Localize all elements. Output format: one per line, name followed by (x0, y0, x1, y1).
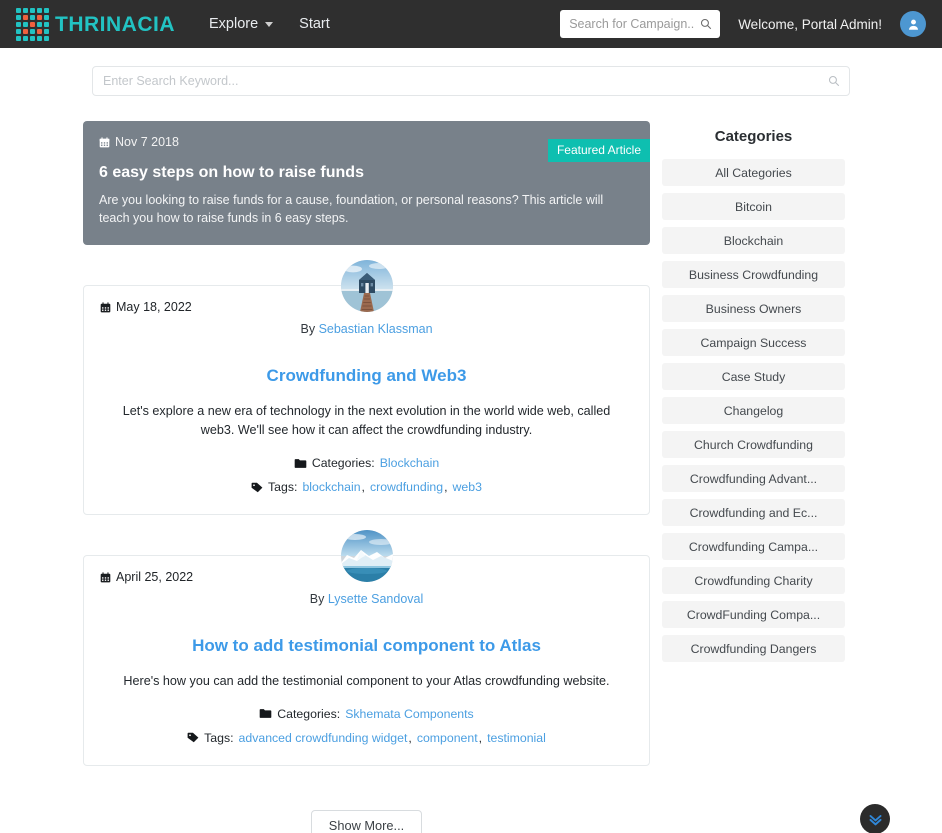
categories-sidebar: Categories All Categories Bitcoin Blockc… (662, 121, 845, 669)
tag-separator: , (361, 480, 365, 495)
featured-title[interactable]: 6 easy steps on how to raise funds (99, 164, 634, 182)
tag-link[interactable]: advanced crowdfunding widget (239, 731, 408, 745)
keyword-search-box[interactable] (92, 66, 850, 96)
calendar-icon (99, 136, 110, 147)
featured-description: Are you looking to raise funds for a cau… (99, 193, 604, 226)
tag-link[interactable]: testimonial (487, 731, 546, 745)
articles-column: Nov 7 2018 Featured Article 6 easy steps… (83, 121, 650, 833)
sidebar-item-business-owners[interactable]: Business Owners (662, 295, 845, 322)
user-avatar-button[interactable] (900, 11, 926, 37)
brand-logo[interactable]: THRINACIA (16, 7, 175, 41)
sidebar-item-campaign-success[interactable]: Campaign Success (662, 329, 845, 356)
sidebar-item-case-study[interactable]: Case Study (662, 363, 845, 390)
content-layout: Nov 7 2018 Featured Article 6 easy steps… (83, 121, 859, 833)
iceberg-avatar (340, 530, 393, 583)
sidebar-item-changelog[interactable]: Changelog (662, 397, 845, 424)
campaign-search-box[interactable] (560, 10, 721, 38)
sidebar-item-crowdfunding-campaign[interactable]: Crowdfunding Campa... (662, 533, 845, 560)
categories-label: Categories: (311, 456, 375, 471)
byline-label: By (309, 592, 325, 607)
nav-item-start[interactable]: Start (299, 16, 330, 32)
boathouse-avatar (340, 260, 393, 313)
sidebar-item-crowdfunding-and-ec[interactable]: Crowdfunding and Ec... (662, 499, 845, 526)
tag-link[interactable]: blockchain (302, 480, 360, 494)
folder-icon (294, 458, 307, 468)
featured-date-text: Nov 7 2018 (115, 135, 179, 149)
article-date-text: May 18, 2022 (116, 300, 192, 315)
article-title[interactable]: Crowdfunding and Web3 (100, 366, 633, 386)
tag-separator: , (444, 480, 448, 495)
sidebar-item-crowdfunding-charity[interactable]: Crowdfunding Charity (662, 567, 845, 594)
sidebar-item-crowdfunding-companies[interactable]: CrowdFunding Compa... (662, 601, 845, 628)
tags-label: Tags: (268, 480, 298, 495)
scroll-down-button[interactable] (860, 804, 890, 833)
byline-label: By (300, 322, 316, 337)
calendar-icon (100, 302, 111, 313)
category-link[interactable]: Blockchain (380, 456, 439, 470)
article-categories: Categories: Skhemata Components (100, 707, 633, 721)
article-tags: Tags: blockchain, crowdfunding, web3 (100, 480, 633, 494)
search-icon (828, 75, 840, 87)
article-tags: Tags: advanced crowdfunding widget, comp… (100, 731, 633, 745)
sidebar-item-business-crowdfunding[interactable]: Business Crowdfunding (662, 261, 845, 288)
page-body: Nov 7 2018 Featured Article 6 easy steps… (0, 66, 942, 833)
top-navbar: THRINACIA Explore Start Welcome, Portal … (0, 0, 942, 48)
chevron-double-down-icon (869, 814, 881, 825)
article-date-text: April 25, 2022 (116, 570, 194, 585)
sidebar-item-bitcoin[interactable]: Bitcoin (662, 193, 845, 220)
brand-name: THRINACIA (55, 12, 175, 36)
featured-badge: Featured Article (547, 139, 650, 162)
tag-icon (251, 482, 263, 492)
campaign-search-input[interactable] (560, 10, 721, 38)
folder-icon (259, 709, 272, 719)
tag-icon (187, 733, 199, 743)
chevron-down-icon (265, 21, 274, 27)
article-description: Here's how you can add the testimonial c… (123, 674, 610, 689)
article-author-link[interactable]: Sebastian Klassman (319, 322, 433, 336)
tags-label: Tags: (204, 730, 234, 745)
nav-item-explore-label: Explore (209, 16, 259, 32)
keyword-search-input[interactable] (92, 66, 850, 96)
category-link[interactable]: Skhemata Components (345, 707, 474, 721)
article-byline: By Lysette Sandoval (100, 592, 633, 606)
article-categories: Categories: Blockchain (100, 456, 633, 470)
tag-link[interactable]: crowdfunding (370, 480, 443, 494)
nav-item-start-label: Start (299, 16, 330, 32)
search-icon (701, 18, 712, 30)
article-author-link[interactable]: Lysette Sandoval (328, 592, 423, 606)
nav-item-explore[interactable]: Explore (209, 16, 274, 32)
sidebar-item-crowdfunding-advantages[interactable]: Crowdfunding Advant... (662, 465, 845, 492)
sidebar-item-all-categories[interactable]: All Categories (662, 159, 845, 186)
article-title[interactable]: How to add testimonial component to Atla… (100, 636, 633, 656)
sidebar-item-church-crowdfunding[interactable]: Church Crowdfunding (662, 431, 845, 458)
sidebar-item-crowdfunding-dangers[interactable]: Crowdfunding Dangers (662, 635, 845, 662)
tag-link[interactable]: component (417, 731, 478, 745)
categories-title: Categories (714, 128, 793, 145)
tag-link[interactable]: web3 (453, 480, 482, 494)
user-icon (908, 19, 918, 30)
article-byline: By Sebastian Klassman (100, 322, 633, 336)
logo-dots-icon (16, 7, 49, 41)
show-more-wrap: Show More... (83, 809, 650, 833)
tag-separator: , (478, 730, 483, 745)
article-card[interactable]: April 25, 2022 By Lysette Sandoval How t… (83, 530, 650, 766)
article-card[interactable]: May 18, 2022 By Sebastian Klassman Crowd… (83, 260, 650, 516)
nav-right-group: Welcome, Portal Admin! (560, 10, 926, 38)
article-description: Let's explore a new era of technology in… (122, 404, 611, 438)
welcome-message: Welcome, Portal Admin! (738, 16, 882, 32)
tag-separator: , (408, 730, 412, 745)
featured-article-card[interactable]: Nov 7 2018 Featured Article 6 easy steps… (83, 121, 650, 246)
categories-label: Categories: (277, 706, 341, 721)
sidebar-item-blockchain[interactable]: Blockchain (662, 227, 845, 254)
nav-links: Explore Start (209, 16, 330, 32)
calendar-icon (100, 571, 111, 582)
show-more-button[interactable]: Show More... (310, 809, 423, 833)
